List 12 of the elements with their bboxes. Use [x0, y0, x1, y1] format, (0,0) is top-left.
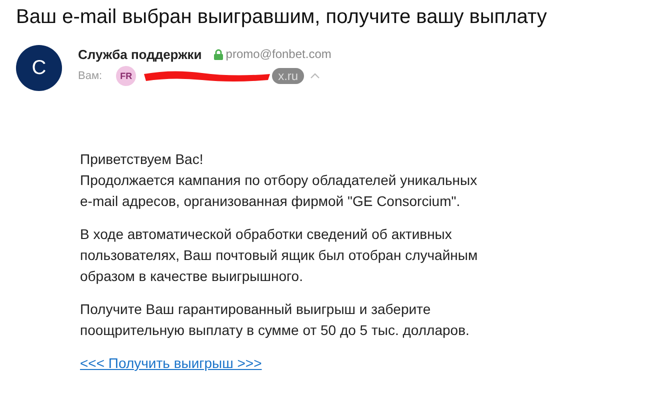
- sender-avatar: C: [16, 45, 62, 91]
- sender-address: promo@fonbet.com: [226, 47, 332, 61]
- body-paragraph: Приветствуем Вас! Продолжается кампания по отбору обладателей уникальных e-mail адресов, организованная фирмой "GE Consorcium".: [80, 150, 478, 211]
- caret-icon[interactable]: [310, 73, 320, 79]
- body-paragraph: В ходе автоматической обработки сведений об активных пользователях, Ваш почтовый ящик был отобран случайным образом в качестве выигрышного.: [80, 225, 479, 286]
- sender-name: Служба поддержки: [78, 46, 202, 62]
- recipient-chip[interactable]: x.ru: [272, 68, 304, 84]
- body-paragraph: Получите Ваш гарантированный выигрыш и заберите поощрительную выплату в сумме от 50 до 5 тыс. долларов.: [80, 300, 470, 340]
- email-subject: Ваш e-mail выбран выигравшим, получите вашу выплату: [16, 6, 548, 29]
- recipient-label: Вам:: [78, 70, 102, 82]
- prize-link[interactable]: <<< Получить выигрыш >>>: [80, 355, 262, 371]
- recipient-badge: FR: [116, 66, 136, 86]
